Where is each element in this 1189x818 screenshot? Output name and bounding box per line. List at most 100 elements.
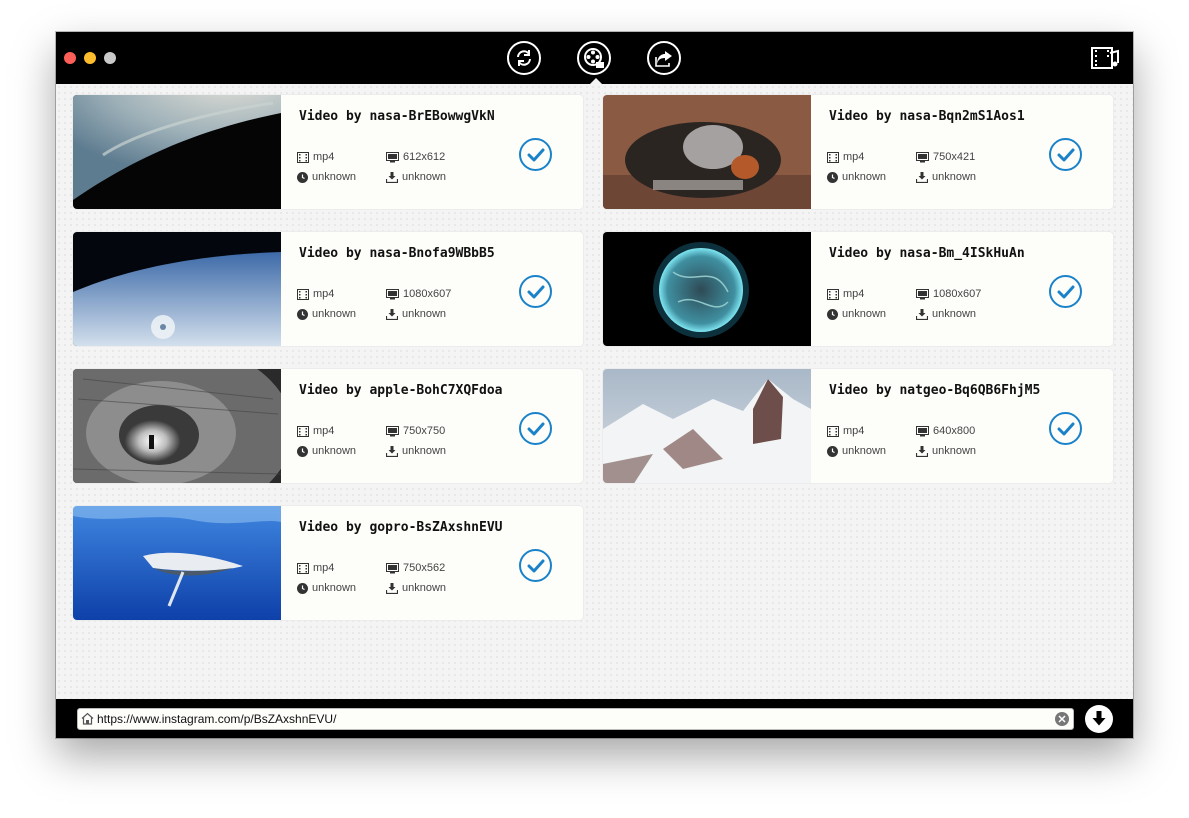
duration-info: unknown: [297, 445, 356, 457]
checkmark-icon: [527, 285, 544, 298]
duration-label: unknown: [312, 445, 357, 457]
duration-label: unknown: [312, 171, 357, 183]
select-checkbox[interactable]: [519, 549, 552, 582]
duration-label: unknown: [842, 445, 887, 457]
select-checkbox[interactable]: [1049, 412, 1082, 445]
download-tray-icon: [386, 445, 398, 457]
clock-icon: [297, 308, 308, 320]
select-checkbox[interactable]: [519, 412, 552, 445]
clear-icon: [1058, 715, 1066, 723]
select-checkbox[interactable]: [519, 138, 552, 171]
format-label: mp4: [313, 562, 335, 574]
size-label: unknown: [402, 308, 447, 320]
share-button[interactable]: [647, 41, 681, 75]
video-card[interactable]: Video by gopro-BsZAxshnEVU mp4 750x562 u…: [72, 505, 584, 621]
resolution-info: 1080x607: [916, 288, 981, 300]
film-music-icon: [1091, 47, 1119, 69]
convert-button[interactable]: [507, 41, 541, 75]
convert-icon: [517, 50, 531, 66]
download-button[interactable]: [1085, 705, 1113, 733]
clear-url-button[interactable]: [1055, 712, 1069, 726]
monitor-icon: [916, 425, 929, 436]
format-label: mp4: [843, 288, 865, 300]
resolution-info: 1080x607: [386, 288, 451, 300]
select-checkbox[interactable]: [1049, 275, 1082, 308]
video-thumbnail: [73, 232, 281, 346]
minimize-window-button[interactable]: [84, 52, 96, 64]
size-info: unknown: [386, 445, 446, 457]
video-card[interactable]: Video by apple-BohC7XQFdoa mp4 750x750 u…: [72, 368, 584, 484]
checkmark-icon: [1057, 148, 1074, 161]
film-icon: [297, 425, 309, 437]
resolution-label: 640x800: [933, 425, 976, 437]
media-library-button[interactable]: [1091, 47, 1119, 74]
film-icon: [827, 425, 839, 437]
size-label: unknown: [932, 445, 977, 457]
format-label: mp4: [313, 425, 335, 437]
size-info: unknown: [916, 445, 976, 457]
duration-label: unknown: [842, 308, 887, 320]
size-info: unknown: [916, 171, 976, 183]
video-card[interactable]: Video by nasa-BrEBowwgVkN mp4 612x612 un…: [72, 94, 584, 210]
format-info: mp4: [297, 288, 334, 300]
video-title: Video by apple-BohC7XQFdoa: [299, 383, 503, 398]
film-icon: [827, 151, 839, 163]
select-checkbox[interactable]: [1049, 138, 1082, 171]
clock-icon: [297, 582, 308, 594]
film-icon: [297, 151, 309, 163]
film-icon: [297, 288, 309, 300]
video-reel-icon: [584, 48, 604, 68]
checkmark-icon: [527, 559, 544, 572]
download-tray-icon: [916, 171, 928, 183]
resolution-label: 750x562: [403, 562, 446, 574]
select-checkbox[interactable]: [519, 275, 552, 308]
format-info: mp4: [297, 151, 334, 163]
size-label: unknown: [402, 582, 447, 594]
download-tray-icon: [386, 171, 398, 183]
duration-label: unknown: [312, 582, 357, 594]
duration-info: unknown: [827, 445, 886, 457]
monitor-icon: [386, 562, 399, 573]
resolution-info: 750x750: [386, 425, 445, 437]
video-card[interactable]: Video by nasa-Bm_4ISkHuAn mp4 1080x607 u…: [602, 231, 1114, 347]
download-videos-button[interactable]: [577, 41, 611, 75]
video-title: Video by nasa-BrEBowwgVkN: [299, 109, 495, 124]
url-input[interactable]: [97, 709, 1047, 729]
clock-icon: [827, 171, 838, 183]
format-label: mp4: [313, 151, 335, 163]
format-info: mp4: [297, 562, 334, 574]
format-label: mp4: [843, 425, 865, 437]
video-thumbnail: [603, 232, 811, 346]
resolution-info: 612x612: [386, 151, 445, 163]
video-thumbnail: [73, 506, 281, 620]
checkmark-icon: [527, 422, 544, 435]
video-card[interactable]: Video by natgeo-Bq6QB6FhjM5 mp4 640x800 …: [602, 368, 1114, 484]
duration-info: unknown: [827, 171, 886, 183]
size-label: unknown: [932, 308, 977, 320]
download-arrow-icon: [1092, 711, 1106, 726]
video-list: Video by nasa-BrEBowwgVkN mp4 612x612 un…: [56, 84, 1133, 699]
clock-icon: [827, 445, 838, 457]
duration-info: unknown: [297, 308, 356, 320]
checkmark-icon: [527, 148, 544, 161]
monitor-icon: [386, 151, 399, 162]
format-label: mp4: [843, 151, 865, 163]
film-icon: [827, 288, 839, 300]
video-card[interactable]: Video by nasa-Bnofa9WBbB5 mp4 1080x607 u…: [72, 231, 584, 347]
size-info: unknown: [386, 582, 446, 594]
close-window-button[interactable]: [64, 52, 76, 64]
size-label: unknown: [932, 171, 977, 183]
zoom-window-button[interactable]: [104, 52, 116, 64]
format-info: mp4: [827, 151, 864, 163]
home-icon[interactable]: [81, 712, 94, 725]
video-card[interactable]: Video by nasa-Bqn2mS1Aos1 mp4 750x421 un…: [602, 94, 1114, 210]
resolution-label: 1080x607: [403, 288, 452, 300]
share-icon: [655, 51, 672, 67]
checkmark-icon: [1057, 285, 1074, 298]
size-info: unknown: [916, 308, 976, 320]
checkmark-icon: [1057, 422, 1074, 435]
video-title: Video by nasa-Bm_4ISkHuAn: [829, 246, 1025, 261]
format-info: mp4: [297, 425, 334, 437]
monitor-icon: [916, 288, 929, 299]
download-tray-icon: [386, 308, 398, 320]
